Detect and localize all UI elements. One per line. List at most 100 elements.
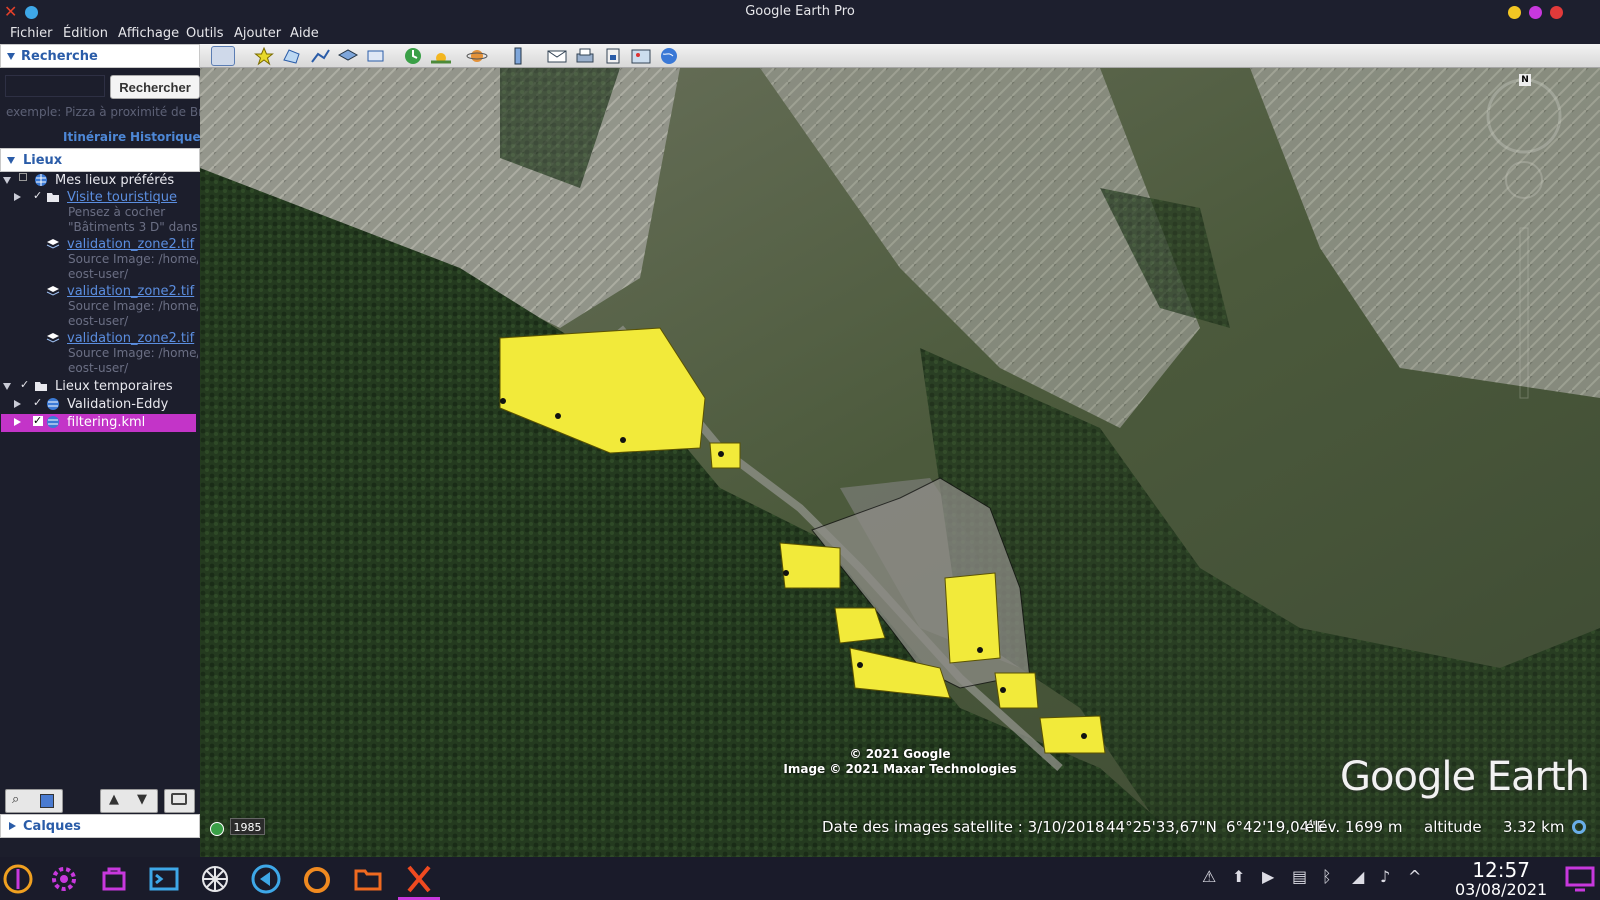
- file-manager-icon[interactable]: [352, 863, 384, 895]
- planets-button[interactable]: [466, 46, 490, 66]
- expand-icon[interactable]: [3, 383, 11, 390]
- map-view[interactable]: N © 2021 Google Image © 2021 Maxar Techn…: [200, 68, 1600, 857]
- tree-item-label[interactable]: validation_zone2.tif: [67, 331, 194, 346]
- layers-panel-title: Calques: [23, 819, 81, 834]
- updates-icon[interactable]: ⬆: [1232, 867, 1245, 886]
- menu-edition[interactable]: Édition: [63, 26, 108, 41]
- placemark-clusters[interactable]: [200, 68, 1600, 857]
- bluetooth-icon[interactable]: ᛒ: [1322, 867, 1332, 886]
- window-titlebar: ✕ Google Earth Pro: [0, 0, 1600, 24]
- close-button[interactable]: [1550, 6, 1563, 19]
- media-player-icon[interactable]: ▶: [1262, 867, 1274, 886]
- expand-icon[interactable]: [14, 418, 21, 426]
- earth-gallery-button[interactable]: [657, 46, 681, 66]
- add-placemark-button[interactable]: [252, 46, 276, 66]
- clipboard-icon[interactable]: ▤: [1292, 867, 1307, 886]
- search-panel-title: Recherche: [21, 49, 98, 64]
- menu-affichage[interactable]: Affichage: [118, 26, 179, 41]
- tab-itinerary[interactable]: Itinéraire: [63, 130, 126, 144]
- layers-panel-header[interactable]: Calques: [0, 814, 200, 838]
- terminal-icon[interactable]: [148, 863, 180, 895]
- add-image-overlay-button[interactable]: [336, 46, 360, 66]
- expand-icon[interactable]: [14, 400, 21, 408]
- settings-icon[interactable]: [48, 863, 80, 895]
- image-overlay-icon: [46, 286, 60, 296]
- record-tour-button[interactable]: [364, 46, 388, 66]
- places-panel-header[interactable]: Lieux: [0, 148, 200, 172]
- tree-item-label[interactable]: Visite touristique: [67, 190, 177, 205]
- system-clock[interactable]: 12:57 03/08/2021: [1455, 859, 1547, 899]
- sidebar: Recherche Rechercher exemple: Pizza à pr…: [0, 44, 201, 857]
- collapse-icon: [7, 53, 15, 60]
- checkbox[interactable]: ✓: [33, 190, 43, 201]
- tree-item-label[interactable]: validation_zone2.tif: [67, 237, 194, 252]
- network-tool-icon[interactable]: [199, 863, 231, 895]
- tab-history[interactable]: Historique: [130, 130, 201, 144]
- search-panel-header[interactable]: Recherche: [0, 44, 200, 68]
- show-hidden-icons[interactable]: ^: [1408, 867, 1421, 886]
- tree-item-validation[interactable]: ✓ Validation-Eddy: [0, 396, 200, 414]
- checkbox[interactable]: [19, 173, 27, 181]
- historical-imagery-icon[interactable]: [210, 822, 224, 836]
- add-polygon-button[interactable]: [280, 46, 304, 66]
- store-icon[interactable]: [98, 863, 130, 895]
- menu-aide[interactable]: Aide: [290, 26, 319, 41]
- add-path-button[interactable]: [308, 46, 332, 66]
- view-in-maps-button[interactable]: [629, 46, 653, 66]
- add-folder-icon[interactable]: [171, 793, 187, 805]
- application-launcher-icon[interactable]: [2, 863, 34, 895]
- north-indicator[interactable]: N: [1519, 74, 1531, 86]
- expand-icon[interactable]: [14, 193, 21, 201]
- tree-item-description: "Bâtiments 3 D" dans: [68, 220, 198, 234]
- tree-item-label[interactable]: validation_zone2.tif: [67, 284, 194, 299]
- firefox-icon[interactable]: [301, 863, 333, 895]
- vscode-icon[interactable]: [250, 863, 282, 895]
- toggle-panel-icon[interactable]: [40, 794, 54, 808]
- clock-time: 12:57: [1472, 858, 1530, 882]
- move-up-icon[interactable]: ▲: [109, 792, 119, 807]
- menu-ajouter[interactable]: Ajouter: [234, 26, 281, 41]
- print-button[interactable]: [573, 46, 597, 66]
- tree-item-temp-places[interactable]: ✓ Lieux temporaires: [0, 378, 200, 396]
- maximize-button[interactable]: [1529, 6, 1542, 19]
- x-app-icon[interactable]: [403, 863, 435, 895]
- email-button[interactable]: [545, 46, 569, 66]
- sidebar-toggle-button[interactable]: [211, 46, 235, 66]
- taskbar: ⚠ ⬆ ▶ ▤ ᛒ ◢ ♪ ^: [0, 857, 1600, 900]
- search-hint: exemple: Pizza à proximité de Bre: [6, 105, 200, 119]
- status-elevation: élév. 1699 m: [1305, 818, 1403, 836]
- navigation-controls[interactable]: [1482, 68, 1572, 408]
- kml-globe-icon: [47, 416, 59, 428]
- ruler-button[interactable]: [506, 46, 530, 66]
- tree-item-description: Pensez à cocher: [68, 205, 166, 219]
- notification-icon[interactable]: ⚠: [1202, 867, 1216, 886]
- menu-fichier[interactable]: Fichier: [10, 26, 53, 41]
- checkbox[interactable]: ✓: [20, 379, 30, 390]
- expand-icon: [9, 822, 16, 830]
- menu-outils[interactable]: Outils: [186, 26, 224, 41]
- checkbox[interactable]: ✓: [33, 415, 43, 426]
- tree-item-label: filtering.kml: [67, 415, 146, 430]
- show-desktop-icon[interactable]: [1565, 865, 1595, 893]
- historical-imagery-button[interactable]: [401, 46, 425, 66]
- historical-year-badge[interactable]: 1985: [230, 818, 265, 835]
- status-latitude: 44°25'33,67"N: [1106, 818, 1217, 836]
- search-button[interactable]: Rechercher: [110, 75, 200, 99]
- clock-date: 03/08/2021: [1455, 880, 1548, 899]
- tree-item-my-places[interactable]: Mes lieux préférés: [0, 172, 200, 190]
- network-icon[interactable]: ◢: [1352, 867, 1364, 886]
- tree-item-filtering[interactable]: ✓ filtering.kml: [1, 414, 196, 432]
- tree-item-description: Source Image: /home/: [68, 252, 198, 266]
- volume-icon[interactable]: ♪: [1380, 867, 1390, 886]
- tree-item-description: eost-user/: [68, 314, 129, 328]
- checkbox[interactable]: ✓: [33, 397, 43, 408]
- folder-icon: [35, 382, 47, 391]
- collapse-icon: [7, 157, 15, 164]
- save-image-button[interactable]: [601, 46, 625, 66]
- sunlight-button[interactable]: [429, 46, 453, 66]
- move-down-icon[interactable]: ▼: [137, 792, 147, 807]
- minimize-button[interactable]: [1508, 6, 1521, 19]
- expand-icon[interactable]: [3, 177, 11, 184]
- search-icon[interactable]: ⌕: [12, 792, 19, 807]
- search-input[interactable]: [5, 75, 105, 97]
